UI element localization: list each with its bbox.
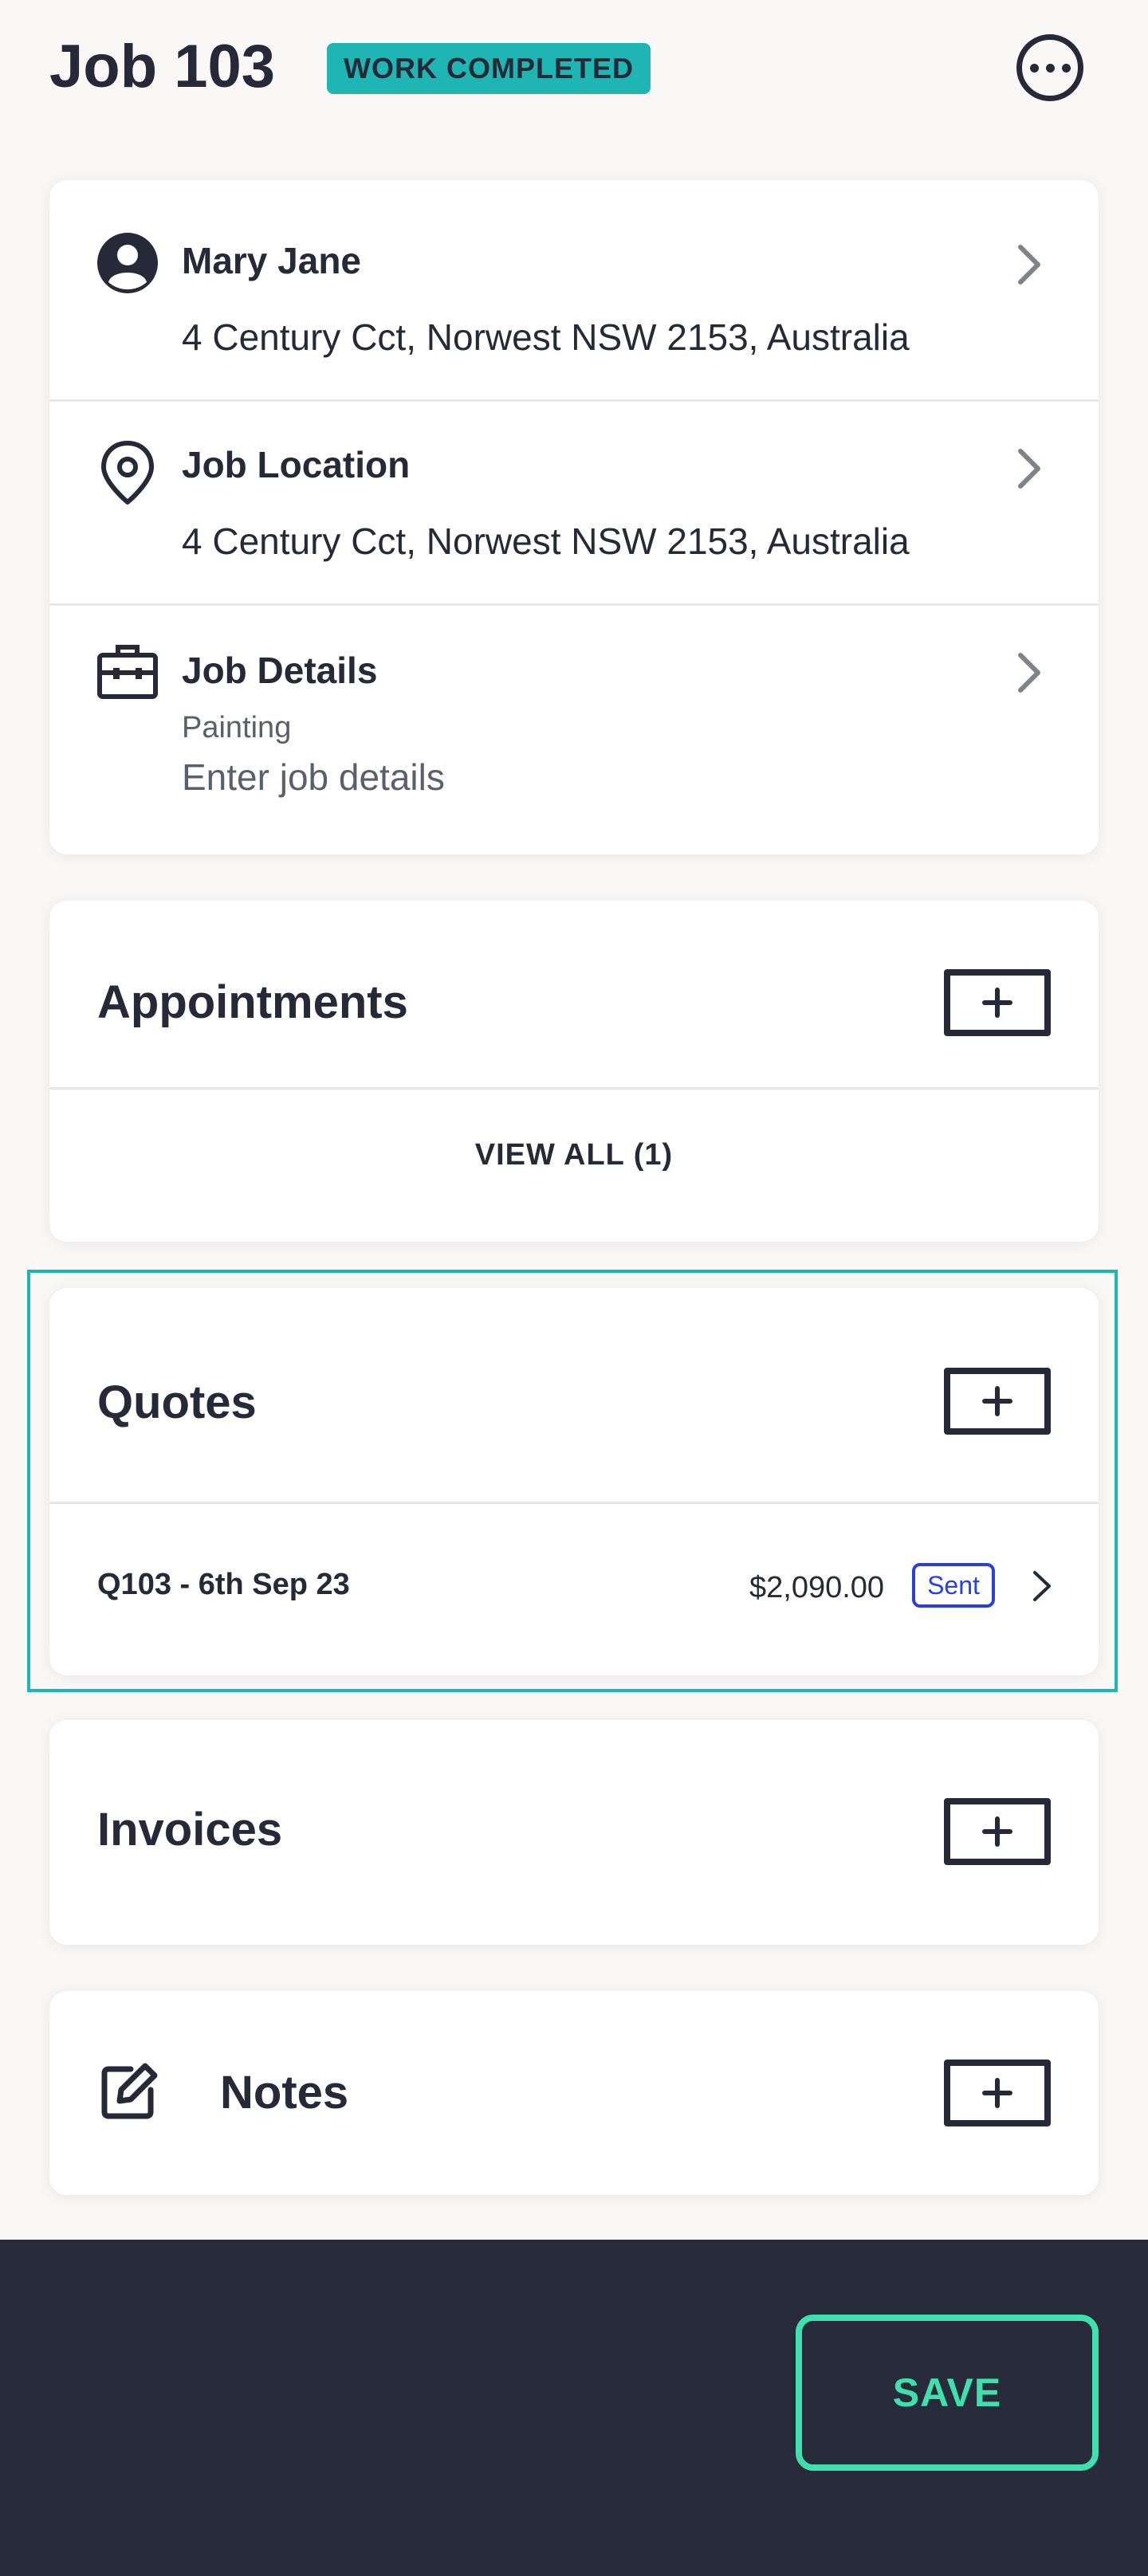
plus-icon	[982, 1386, 1012, 1416]
plus-icon	[982, 988, 1012, 1018]
job-details-row[interactable]: Job Details Painting Enter job details	[49, 606, 1099, 854]
user-icon	[97, 233, 158, 293]
job-location-label: Job Location	[182, 444, 411, 485]
view-all-appointments-link[interactable]: VIEW ALL (1)	[49, 1138, 1099, 1172]
quote-amount: $2,090.00	[749, 1571, 885, 1604]
job-details-label: Job Details	[182, 650, 378, 691]
chevron-right-icon	[1018, 449, 1040, 489]
invoices-title: Invoices	[97, 1804, 283, 1855]
edit-note-icon	[101, 2063, 158, 2119]
chevron-right-icon	[1018, 653, 1040, 693]
quote-status-badge: Sent	[912, 1563, 995, 1608]
add-appointment-button[interactable]	[944, 969, 1051, 1036]
customer-name: Mary Jane	[182, 240, 362, 281]
appointments-card: Appointments VIEW ALL (1)	[49, 901, 1099, 1242]
notes-title: Notes	[220, 2067, 349, 2119]
job-category: Painting	[182, 711, 292, 744]
more-icon-dot	[1045, 63, 1055, 73]
quotes-title: Quotes	[97, 1376, 257, 1428]
footer-bar: SAVE	[0, 2240, 1148, 2576]
quotes-card: Quotes Q103 - 6th Sep 23 $2,090.00 Sent	[49, 1288, 1099, 1675]
page-header: Job 103 WORK COMPLETED	[0, 0, 1148, 135]
notes-card: Notes	[49, 1991, 1099, 2195]
appointments-title: Appointments	[97, 976, 408, 1028]
job-details-placeholder[interactable]: Enter job details	[182, 756, 445, 799]
add-quote-button[interactable]	[944, 1368, 1051, 1435]
page-title: Job 103	[49, 33, 276, 100]
more-options-button[interactable]	[1016, 34, 1083, 101]
invoices-card: Invoices	[49, 1720, 1099, 1945]
job-details-card: Mary Jane 4 Century Cct, Norwest NSW 215…	[49, 180, 1099, 854]
toolbox-icon	[97, 645, 158, 699]
quote-list-item[interactable]: Q103 - 6th Sep 23 $2,090.00 Sent	[49, 1504, 1099, 1675]
customer-address: 4 Century Cct, Norwest NSW 2153, Austral…	[182, 316, 910, 358]
add-note-button[interactable]	[944, 2060, 1051, 2126]
plus-icon	[982, 2078, 1012, 2108]
plus-icon	[982, 1816, 1012, 1847]
quote-label: Q103 - 6th Sep 23	[97, 1568, 350, 1601]
chevron-right-icon	[1018, 245, 1040, 285]
job-location-address: 4 Century Cct, Norwest NSW 2153, Austral…	[182, 520, 910, 562]
save-button[interactable]: SAVE	[796, 2315, 1099, 2471]
more-icon-dot	[1029, 63, 1039, 73]
more-icon-dot	[1061, 63, 1071, 73]
status-badge: WORK COMPLETED	[327, 43, 651, 94]
customer-row[interactable]: Mary Jane 4 Century Cct, Norwest NSW 215…	[49, 180, 1099, 400]
add-invoice-button[interactable]	[944, 1798, 1051, 1865]
job-location-row[interactable]: Job Location 4 Century Cct, Norwest NSW …	[49, 402, 1099, 604]
chevron-right-icon	[1033, 1571, 1051, 1601]
location-pin-icon	[101, 441, 154, 505]
divider	[49, 1087, 1099, 1090]
